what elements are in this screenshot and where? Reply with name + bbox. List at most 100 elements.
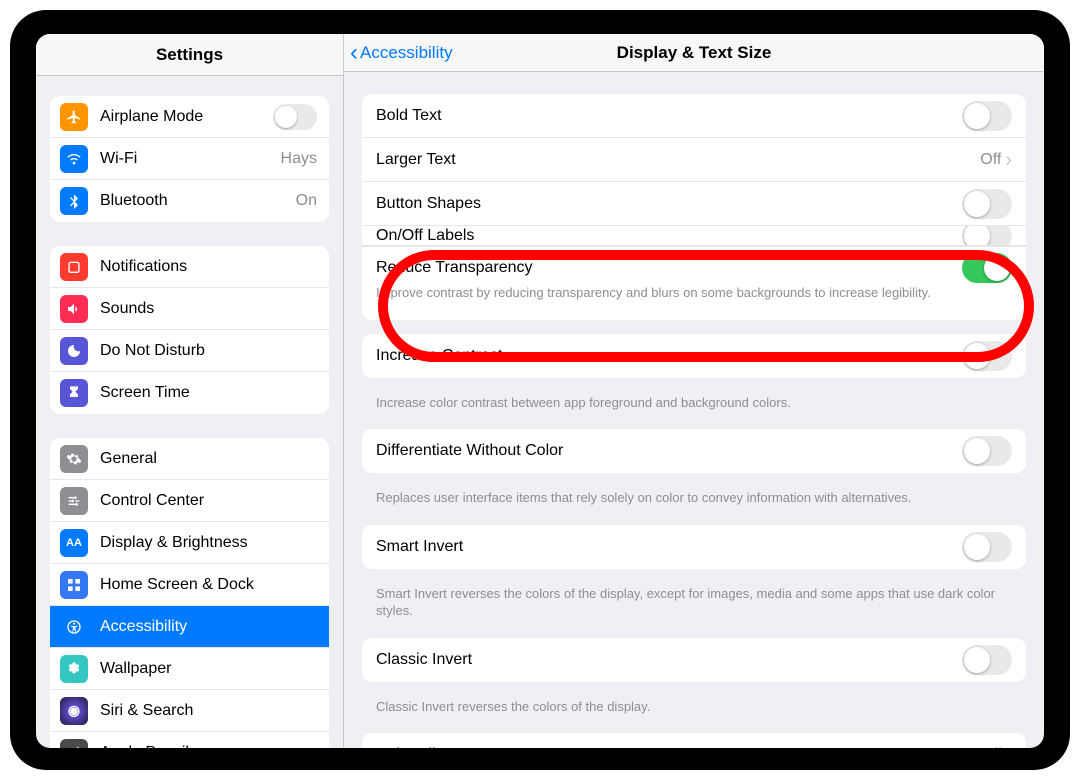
sidebar-item-homescreen[interactable]: Home Screen & Dock [50,564,329,606]
button-shapes-toggle[interactable] [962,189,1012,219]
sidebar-item-wallpaper[interactable]: ✽ Wallpaper [50,648,329,690]
pencil-icon [60,739,88,748]
sidebar-item-notifications[interactable]: ▢ Notifications [50,246,329,288]
text-size-icon: AA [60,529,88,557]
detail-group-colorfilters: Color Filters Off › [362,733,1026,748]
larger-text-value: Off [980,151,1001,169]
row-onoff-labels[interactable]: On/Off Labels [362,226,1026,246]
color-filters-value: Off [980,746,1001,748]
detail-group-smartinvert: Smart Invert [362,525,1026,569]
moon-icon [60,337,88,365]
sidebar-item-display[interactable]: AA Display & Brightness [50,522,329,564]
sidebar-item-label: Bluetooth [100,192,290,210]
airplane-icon [60,103,88,131]
sidebar-item-label: Airplane Mode [100,108,273,126]
row-color-filters[interactable]: Color Filters Off › [362,733,1026,748]
detail-group-text: Bold Text Larger Text Off › Button Shape… [362,94,1026,320]
sidebar-item-label: Screen Time [100,384,317,402]
hourglass-icon [60,379,88,407]
sidebar-item-wifi[interactable]: Wi-Fi Hays [50,138,329,180]
classic-invert-toggle[interactable] [962,645,1012,675]
row-classic-invert[interactable]: Classic Invert [362,638,1026,682]
gear-icon [60,445,88,473]
sidebar-item-label: Siri & Search [100,702,317,720]
detail-group-classicinvert: Classic Invert [362,638,1026,682]
grid-icon [60,571,88,599]
sidebar-item-label: Display & Brightness [100,534,317,552]
row-button-shapes[interactable]: Button Shapes [362,182,1026,226]
settings-detail-pane: ‹ Accessibility Display & Text Size Bold… [344,34,1044,748]
siri-icon: ◉ [60,697,88,725]
reduce-transparency-note: Improve contrast by reducing transparenc… [362,282,1026,320]
chevron-right-icon: › [1005,745,1012,748]
chevron-right-icon: › [1005,150,1012,170]
wifi-icon [60,145,88,173]
sidebar-group-alerts: ▢ Notifications Sounds Do Not Disturb [50,246,329,414]
sidebar-item-pencil[interactable]: Apple Pencil [50,732,329,748]
sidebar-item-bluetooth[interactable]: Bluetooth On [50,180,329,222]
sidebar-item-controlcenter[interactable]: Control Center [50,480,329,522]
notifications-icon: ▢ [60,253,88,281]
increase-contrast-note: Increase color contrast between app fore… [362,386,1026,430]
sidebar-item-dnd[interactable]: Do Not Disturb [50,330,329,372]
settings-sidebar: Settings Airplane Mode [36,34,344,748]
row-smart-invert[interactable]: Smart Invert [362,525,1026,569]
sidebar-item-label: Home Screen & Dock [100,576,317,594]
increase-contrast-toggle[interactable] [962,341,1012,371]
accessibility-icon [60,613,88,641]
wifi-value: Hays [281,150,317,168]
ipad-frame: Settings Airplane Mode [10,10,1070,770]
row-label: Differentiate Without Color [376,442,962,460]
smart-invert-toggle[interactable] [962,532,1012,562]
row-label: Smart Invert [376,538,962,556]
row-label: Bold Text [376,107,962,125]
back-button[interactable]: ‹ Accessibility [344,41,453,65]
flower-icon: ✽ [60,655,88,683]
row-label: Color Filters [376,746,980,748]
sidebar-item-airplane[interactable]: Airplane Mode [50,96,329,138]
row-label: Larger Text [376,151,980,169]
sidebar-item-label: Do Not Disturb [100,342,317,360]
sidebar-item-label: Wallpaper [100,660,317,678]
reduce-transparency-toggle[interactable] [962,253,1012,283]
sidebar-item-label: Accessibility [100,618,317,636]
row-bold-text[interactable]: Bold Text [362,94,1026,138]
row-label: Increase Contrast [376,347,962,365]
sidebar-item-label: General [100,450,317,468]
onoff-labels-toggle[interactable] [962,226,1012,246]
sliders-icon [60,487,88,515]
detail-group-contrast: Increase Contrast [362,334,1026,378]
row-label: Reduce Transparency [376,259,962,277]
detail-group-diffcolor: Differentiate Without Color [362,429,1026,473]
chevron-left-icon: ‹ [350,41,358,65]
detail-scroll[interactable]: Bold Text Larger Text Off › Button Shape… [344,72,1044,748]
sidebar-item-general[interactable]: General [50,438,329,480]
sidebar-item-label: Control Center [100,492,317,510]
sidebar-title: Settings [36,34,343,76]
row-label: Classic Invert [376,651,962,669]
sidebar-item-sounds[interactable]: Sounds [50,288,329,330]
row-increase-contrast[interactable]: Increase Contrast [362,334,1026,378]
bold-text-toggle[interactable] [962,101,1012,131]
sidebar-item-label: Wi-Fi [100,150,275,168]
sidebar-item-label: Apple Pencil [100,744,317,748]
sidebar-item-accessibility[interactable]: Accessibility [50,606,329,648]
diff-without-color-note: Replaces user interface items that rely … [362,481,1026,525]
sidebar-item-screentime[interactable]: Screen Time [50,372,329,414]
sidebar-group-general: General Control Center AA Display & Brig… [50,438,329,748]
diff-without-color-toggle[interactable] [962,436,1012,466]
row-label: On/Off Labels [376,227,962,245]
detail-navbar: ‹ Accessibility Display & Text Size [344,34,1044,72]
airplane-toggle[interactable] [273,104,317,130]
sounds-icon [60,295,88,323]
sidebar-scroll[interactable]: Airplane Mode Wi-Fi Hays [36,76,343,748]
sidebar-group-network: Airplane Mode Wi-Fi Hays [50,96,329,222]
row-diff-without-color[interactable]: Differentiate Without Color [362,429,1026,473]
sidebar-item-siri[interactable]: ◉ Siri & Search [50,690,329,732]
sidebar-item-label: Sounds [100,300,317,318]
row-larger-text[interactable]: Larger Text Off › [362,138,1026,182]
classic-invert-note: Classic Invert reverses the colors of th… [362,690,1026,734]
smart-invert-note: Smart Invert reverses the colors of the … [362,577,1026,638]
row-label: Button Shapes [376,195,962,213]
screen: Settings Airplane Mode [36,34,1044,748]
